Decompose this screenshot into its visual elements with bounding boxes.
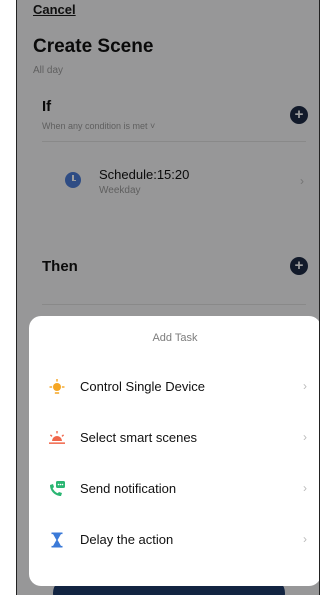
add-task-sheet: Add Task Control Single Device › Select …: [29, 316, 319, 586]
sheet-title: Add Task: [152, 332, 198, 344]
task-option-label: Delay the action: [80, 532, 174, 547]
task-option-send-notification[interactable]: Send notification ›: [29, 470, 319, 510]
task-option-smart-scenes[interactable]: Select smart scenes ›: [29, 419, 319, 459]
sunrise-icon: [48, 429, 66, 447]
chevron-right-icon: ›: [303, 379, 307, 393]
phone-screen: Cancel Create Scene All day If When any …: [16, 0, 320, 595]
chevron-right-icon: ›: [303, 532, 307, 546]
hourglass-icon: [48, 531, 66, 549]
task-option-label: Send notification: [80, 481, 177, 496]
task-option-delay-action[interactable]: Delay the action ›: [29, 521, 319, 561]
chevron-right-icon: ›: [303, 481, 307, 495]
chevron-right-icon: ›: [303, 430, 307, 444]
bulb-icon: [48, 378, 66, 396]
task-option-control-device[interactable]: Control Single Device ›: [29, 368, 319, 408]
task-option-label: Select smart scenes: [80, 430, 198, 445]
phone-message-icon: [48, 480, 66, 498]
task-option-label: Control Single Device: [80, 379, 206, 394]
